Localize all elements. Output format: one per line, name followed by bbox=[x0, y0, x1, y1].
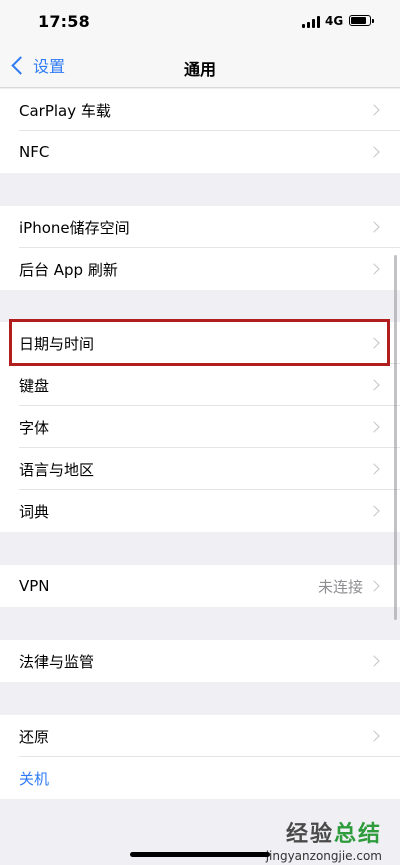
chevron-right-icon bbox=[368, 655, 380, 667]
chevron-right-icon bbox=[368, 337, 380, 349]
row-label: 语言与地区 bbox=[19, 460, 95, 479]
row-label: 字体 bbox=[19, 418, 50, 437]
chevron-right-icon bbox=[368, 421, 380, 433]
settings-row-keyboard[interactable]: 键盘 bbox=[0, 364, 400, 406]
chevron-right-icon bbox=[368, 104, 380, 116]
row-label: iPhone储存空间 bbox=[19, 218, 130, 237]
home-indicator[interactable] bbox=[130, 852, 270, 857]
row-label: 法律与监管 bbox=[19, 652, 95, 671]
row-label: 关机 bbox=[19, 769, 50, 788]
row-label: 还原 bbox=[19, 727, 50, 746]
chevron-right-icon bbox=[368, 505, 380, 517]
watermark-text-1: 经验 bbox=[285, 822, 334, 847]
chevron-right-icon bbox=[368, 263, 380, 275]
chevron-right-icon bbox=[368, 463, 380, 475]
watermark-url: jingyanzongjie.com bbox=[265, 849, 382, 863]
chevron-right-icon bbox=[368, 379, 380, 391]
watermark: 经验总结 jingyanzongjie.com bbox=[266, 816, 382, 863]
status-bar: 17:58 4G bbox=[0, 0, 400, 44]
settings-row-background-app-refresh[interactable]: 后台 App 刷新 bbox=[0, 248, 400, 290]
shut-down-button[interactable]: 关机 bbox=[0, 757, 400, 799]
chevron-right-icon bbox=[368, 730, 380, 742]
settings-row-dictionary[interactable]: 词典 bbox=[0, 490, 400, 532]
navigation-bar: 设置 通用 bbox=[0, 44, 400, 88]
row-label: VPN bbox=[19, 577, 50, 595]
settings-row-carplay[interactable]: CarPlay 车载 bbox=[0, 89, 400, 131]
settings-row-vpn[interactable]: VPN 未连接 bbox=[0, 565, 400, 607]
battery-icon bbox=[349, 15, 374, 26]
cellular-signal-icon bbox=[302, 15, 322, 28]
row-label: 词典 bbox=[19, 502, 50, 521]
row-label: 日期与时间 bbox=[19, 334, 95, 353]
scrollbar[interactable] bbox=[394, 255, 397, 620]
page-title: 通用 bbox=[183, 60, 216, 79]
row-label: NFC bbox=[19, 143, 50, 161]
settings-row-nfc[interactable]: NFC bbox=[0, 131, 400, 173]
settings-row-iphone-storage[interactable]: iPhone储存空间 bbox=[0, 206, 400, 248]
vpn-status: 未连接 bbox=[317, 577, 363, 596]
status-time: 17:58 bbox=[38, 12, 90, 31]
row-label: CarPlay 车载 bbox=[19, 101, 111, 120]
settings-row-date-time[interactable]: 日期与时间 bbox=[0, 322, 400, 364]
chevron-right-icon bbox=[368, 580, 380, 592]
settings-row-legal[interactable]: 法律与监管 bbox=[0, 640, 400, 682]
watermark-logo: 经验总结 bbox=[266, 816, 382, 848]
chevron-right-icon bbox=[368, 221, 380, 233]
network-type: 4G bbox=[325, 14, 344, 28]
settings-row-reset[interactable]: 还原 bbox=[0, 715, 400, 757]
settings-row-language-region[interactable]: 语言与地区 bbox=[0, 448, 400, 490]
chevron-right-icon bbox=[368, 146, 380, 158]
settings-row-fonts[interactable]: 字体 bbox=[0, 406, 400, 448]
row-label: 键盘 bbox=[19, 376, 50, 395]
watermark-text-2: 总结 bbox=[333, 822, 382, 847]
row-label: 后台 App 刷新 bbox=[19, 260, 118, 279]
